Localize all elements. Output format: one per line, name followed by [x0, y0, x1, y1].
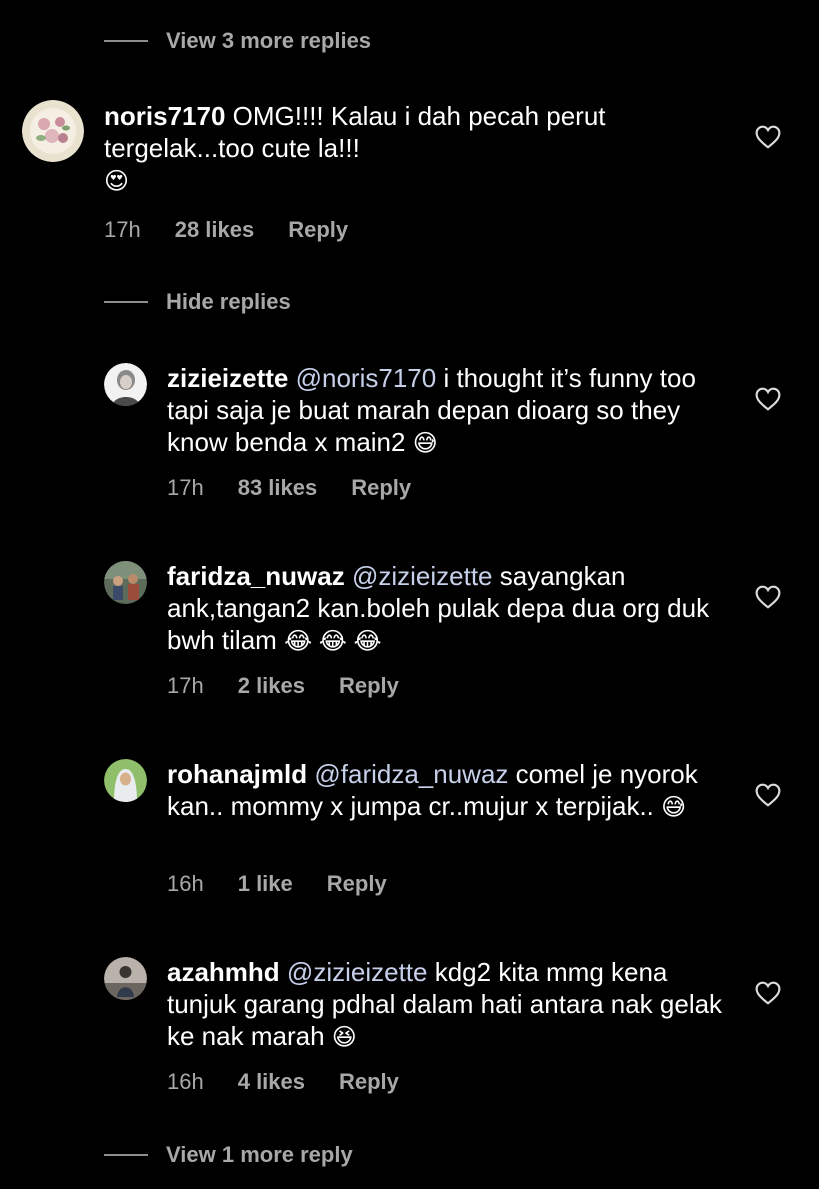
- comment-username[interactable]: rohanajmld: [167, 759, 307, 789]
- comment-emoji: 😍: [104, 168, 130, 195]
- hide-replies-label: Hide replies: [166, 289, 291, 314]
- thread-line: [104, 40, 148, 42]
- avatar[interactable]: [104, 561, 147, 604]
- comment-body: faridza_nuwaz @zizieizette sayangkan ank…: [167, 560, 727, 658]
- comment-username[interactable]: azahmhd: [167, 957, 280, 987]
- comment-body: zizieizette @noris7170 i thought it’s fu…: [167, 362, 727, 460]
- thread-line: [104, 301, 148, 303]
- like-heart-icon[interactable]: [755, 783, 781, 807]
- comment-likes[interactable]: 2 likes: [238, 673, 305, 699]
- comment-username[interactable]: zizieizette: [167, 363, 288, 393]
- comment-likes[interactable]: 83 likes: [238, 475, 318, 501]
- comment-likes[interactable]: 28 likes: [175, 217, 255, 243]
- comment-likes[interactable]: 1 like: [238, 871, 293, 897]
- reply-button[interactable]: Reply: [339, 1069, 399, 1095]
- thread-line: [104, 1154, 148, 1156]
- comment-meta: 16h 4 likes Reply: [167, 1069, 399, 1095]
- like-heart-icon[interactable]: [755, 125, 781, 149]
- comment-emoji: 😅: [661, 794, 687, 821]
- comment-likes[interactable]: 4 likes: [238, 1069, 305, 1095]
- comment-body: rohanajmld @faridza_nuwaz comel je nyoro…: [167, 758, 727, 824]
- comment-timestamp: 17h: [167, 475, 204, 500]
- comment-emoji: 😆: [331, 1024, 357, 1051]
- comment-username[interactable]: faridza_nuwaz: [167, 561, 345, 591]
- comment-mention[interactable]: @zizieizette: [287, 957, 428, 987]
- comment-mention[interactable]: @zizieizette: [352, 561, 493, 591]
- comment-meta: 17h 2 likes Reply: [167, 673, 399, 699]
- comment-timestamp: 17h: [167, 673, 204, 698]
- avatar[interactable]: [104, 957, 147, 1000]
- comment-timestamp: 16h: [167, 871, 204, 896]
- hide-replies-button[interactable]: Hide replies: [104, 289, 291, 315]
- reply-button[interactable]: Reply: [351, 475, 411, 501]
- view-more-replies-label: View 3 more replies: [166, 28, 372, 53]
- comment-emoji: 😅: [412, 430, 438, 457]
- comment-timestamp: 17h: [104, 217, 141, 242]
- like-heart-icon[interactable]: [755, 981, 781, 1005]
- avatar[interactable]: [104, 759, 147, 802]
- reply-button[interactable]: Reply: [288, 217, 348, 243]
- like-heart-icon[interactable]: [755, 387, 781, 411]
- comment-mention[interactable]: @noris7170: [296, 363, 437, 393]
- view-more-replies-button[interactable]: View 3 more replies: [104, 28, 371, 54]
- comment-username[interactable]: noris7170: [104, 101, 225, 131]
- comment-emoji: 😂 😂 😂: [284, 628, 382, 655]
- view-more-replies-button[interactable]: View 1 more reply: [104, 1142, 353, 1168]
- avatar[interactable]: [104, 363, 147, 406]
- avatar[interactable]: [22, 100, 84, 162]
- comment-meta: 17h 83 likes Reply: [167, 475, 411, 501]
- comment-timestamp: 16h: [167, 1069, 204, 1094]
- comment-body: azahmhd @zizieizette kdg2 kita mmg kena …: [167, 956, 727, 1054]
- reply-button[interactable]: Reply: [327, 871, 387, 897]
- comment-meta: 17h 28 likes Reply: [104, 217, 348, 243]
- like-heart-icon[interactable]: [755, 585, 781, 609]
- reply-button[interactable]: Reply: [339, 673, 399, 699]
- view-more-replies-label: View 1 more reply: [166, 1142, 353, 1167]
- comment-meta: 16h 1 like Reply: [167, 871, 387, 897]
- comment-mention[interactable]: @faridza_nuwaz: [314, 759, 508, 789]
- comment-body: noris7170 OMG!!!! Kalau i dah pecah peru…: [104, 100, 724, 198]
